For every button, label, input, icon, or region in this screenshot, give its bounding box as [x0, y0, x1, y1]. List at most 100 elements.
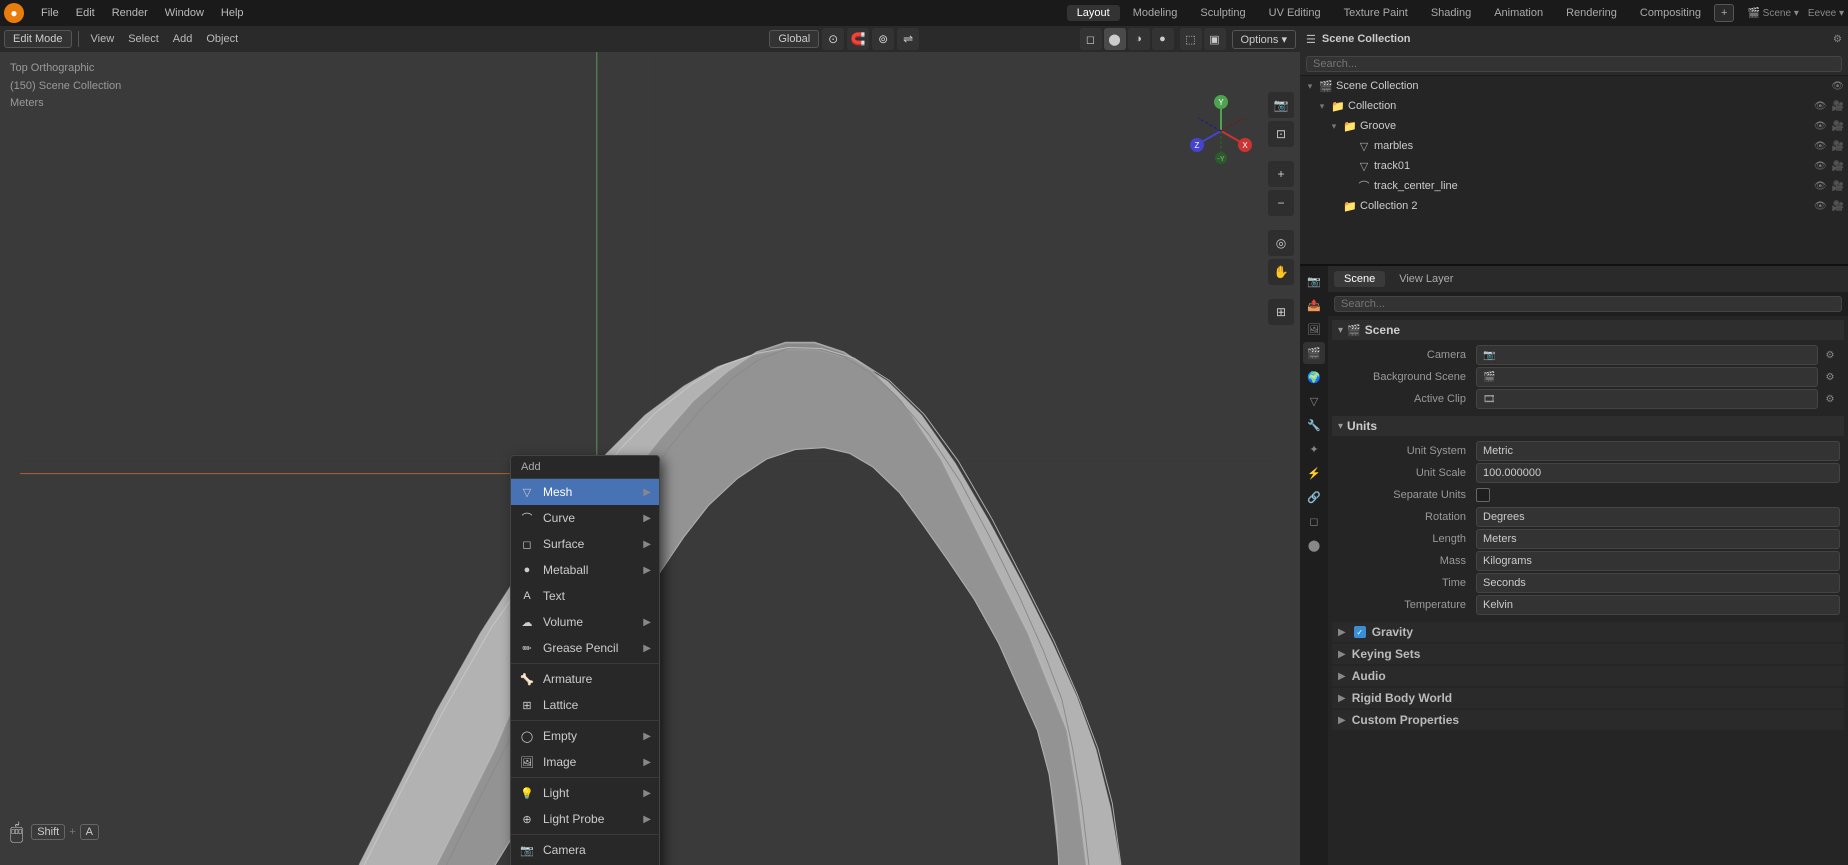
custom-props-header[interactable]: ▶ Custom Properties	[1332, 710, 1844, 730]
render-region-btn[interactable]: ⊞	[1268, 299, 1294, 325]
scene-collection-vis[interactable]: 👁	[1831, 81, 1844, 92]
menu-item-volume[interactable]: ☁ Volume ▶	[511, 609, 659, 635]
menu-item-lattice[interactable]: ⊞ Lattice	[511, 692, 659, 718]
bg-scene-value[interactable]: 🎬	[1476, 367, 1818, 387]
outliner-item-track-center-line[interactable]: ▾ ⌒ track_center_line 👁 🎥	[1300, 176, 1848, 196]
viewport-menu-select[interactable]: Select	[122, 31, 165, 47]
track01-eye[interactable]: 👁	[1814, 161, 1827, 172]
gravity-checkbox[interactable]: ✓	[1354, 626, 1366, 638]
menu-window[interactable]: Window	[157, 5, 212, 21]
outliner-item-collection2[interactable]: ▶ 📁 Collection 2 👁 🎥	[1300, 196, 1848, 216]
props-icon-data[interactable]: ◻	[1303, 510, 1325, 532]
viewport-menu-object[interactable]: Object	[200, 31, 244, 47]
pan-btn[interactable]: ✋	[1268, 259, 1294, 285]
menu-item-surface[interactable]: ◻ Surface ▶	[511, 531, 659, 557]
menu-render[interactable]: Render	[104, 5, 156, 21]
zoom-in-btn[interactable]: +	[1268, 161, 1294, 187]
proportional-edit-icon[interactable]: ⊚	[872, 28, 894, 50]
viewport-menu-add[interactable]: Add	[167, 31, 199, 47]
props-icon-constraints[interactable]: 🔗	[1303, 486, 1325, 508]
navigation-gizmo[interactable]: Y X Z -Y	[1182, 92, 1260, 170]
camera-props-btn[interactable]: ⚙	[1820, 345, 1840, 365]
menu-item-empty[interactable]: ◯ Empty ▶	[511, 723, 659, 749]
track01-render[interactable]: 🎥	[1832, 161, 1844, 172]
workspace-tab-animation[interactable]: Animation	[1484, 5, 1553, 21]
workspace-tab-compositing[interactable]: Compositing	[1630, 5, 1711, 21]
audio-header[interactable]: ▶ Audio	[1332, 666, 1844, 686]
workspace-tab-shading[interactable]: Shading	[1421, 5, 1481, 21]
outliner-filter-btn[interactable]: ⚙	[1833, 34, 1842, 45]
snap-toggle-icon[interactable]: 🧲	[847, 28, 869, 50]
rigid-body-header[interactable]: ▶ Rigid Body World	[1332, 688, 1844, 708]
workspace-tab-uv[interactable]: UV Editing	[1259, 5, 1331, 21]
units-section-header[interactable]: ▾ Units	[1332, 416, 1844, 436]
outliner-item-track01[interactable]: ▾ ▽ track01 👁 🎥	[1300, 156, 1848, 176]
menu-item-curve[interactable]: ⌒ Curve ▶	[511, 505, 659, 531]
render-engine-selector[interactable]: Eevee ▾	[1808, 8, 1844, 19]
props-icon-viewlayer[interactable]: 🖼	[1303, 318, 1325, 340]
menu-item-armature[interactable]: 🦴 Armature	[511, 666, 659, 692]
mirror-icon[interactable]: ⇌	[897, 28, 919, 50]
xray-btn[interactable]: ▣	[1204, 28, 1226, 50]
menu-help[interactable]: Help	[213, 5, 252, 21]
bg-scene-props-btn[interactable]: ⚙	[1820, 367, 1840, 387]
workspace-add-btn[interactable]: +	[1714, 4, 1734, 22]
time-value[interactable]: Seconds	[1476, 573, 1840, 593]
length-value[interactable]: Meters	[1476, 529, 1840, 549]
props-icon-scene[interactable]: 🎬	[1303, 342, 1325, 364]
active-clip-props-btn[interactable]: ⚙	[1820, 389, 1840, 409]
unit-system-value[interactable]: Metric	[1476, 441, 1840, 461]
viewport-menu-view[interactable]: View	[85, 31, 121, 47]
collection-eye[interactable]: 👁	[1814, 101, 1827, 112]
menu-item-light-probe[interactable]: ⊕ Light Probe ▶	[511, 806, 659, 832]
collection-render[interactable]: 🎥	[1832, 101, 1844, 112]
workspace-tab-modeling[interactable]: Modeling	[1123, 5, 1188, 21]
props-search-input[interactable]	[1334, 296, 1842, 312]
transform-selector[interactable]: Global	[769, 30, 819, 48]
scene-selector[interactable]: 🎬 Scene ▾	[1747, 8, 1798, 19]
marbles-eye[interactable]: 👁	[1814, 141, 1827, 152]
outliner-item-collection[interactable]: ▾ 📁 Collection 👁 🎥	[1300, 96, 1848, 116]
groove-render[interactable]: 🎥	[1832, 121, 1844, 132]
mode-selector[interactable]: Edit Mode	[4, 30, 72, 48]
menu-edit[interactable]: Edit	[68, 5, 103, 21]
keying-sets-header[interactable]: ▶ Keying Sets	[1332, 644, 1844, 664]
props-icon-modifiers[interactable]: 🔧	[1303, 414, 1325, 436]
menu-item-mesh[interactable]: ▽ Mesh ▶	[511, 479, 659, 505]
outliner-search-input[interactable]	[1306, 56, 1842, 72]
workspace-tab-sculpting[interactable]: Sculpting	[1190, 5, 1255, 21]
unit-scale-value[interactable]: 100.000000	[1476, 463, 1840, 483]
tcl-eye[interactable]: 👁	[1814, 181, 1827, 192]
options-dropdown[interactable]: Options ▾	[1232, 30, 1297, 49]
zoom-out-btn[interactable]: −	[1268, 190, 1294, 216]
view-camera-btn[interactable]: 📷	[1268, 92, 1294, 118]
menu-item-grease-pencil[interactable]: ✏ Grease Pencil ▶	[511, 635, 659, 661]
camera-value[interactable]: 📷	[1476, 345, 1818, 365]
mass-value[interactable]: Kilograms	[1476, 551, 1840, 571]
props-icon-world[interactable]: 🌍	[1303, 366, 1325, 388]
props-icon-material[interactable]: ⬤	[1303, 534, 1325, 556]
material-shading-btn[interactable]: ◑	[1128, 28, 1150, 50]
props-tab-scene[interactable]: Scene	[1334, 271, 1385, 287]
menu-file[interactable]: File	[33, 5, 67, 21]
separate-units-checkbox[interactable]	[1476, 488, 1490, 502]
gravity-header[interactable]: ▶ ✓ Gravity	[1332, 622, 1844, 642]
menu-item-camera[interactable]: 📷 Camera	[511, 837, 659, 863]
workspace-tab-rendering[interactable]: Rendering	[1556, 5, 1627, 21]
tcl-render[interactable]: 🎥	[1832, 181, 1844, 192]
outliner-item-scene-collection[interactable]: ▾ 🎬 Scene Collection 👁	[1300, 76, 1848, 96]
view-all-btn[interactable]: ⊡	[1268, 121, 1294, 147]
menu-item-text[interactable]: A Text	[511, 583, 659, 609]
props-icon-output[interactable]: 📤	[1303, 294, 1325, 316]
outliner-item-groove[interactable]: ▾ 📁 Groove 👁 🎥	[1300, 116, 1848, 136]
menu-item-light[interactable]: 💡 Light ▶	[511, 780, 659, 806]
outliner-item-marbles[interactable]: ▾ ▽ marbles 👁 🎥	[1300, 136, 1848, 156]
wireframe-shading-btn[interactable]: ◻	[1080, 28, 1102, 50]
col2-render[interactable]: 🎥	[1832, 201, 1844, 212]
workspace-tab-texture[interactable]: Texture Paint	[1334, 5, 1418, 21]
groove-eye[interactable]: 👁	[1814, 121, 1827, 132]
solid-shading-btn[interactable]: ⬤	[1104, 28, 1126, 50]
temperature-value[interactable]: Kelvin	[1476, 595, 1840, 615]
props-icon-render[interactable]: 📷	[1303, 270, 1325, 292]
props-tab-viewlayer[interactable]: View Layer	[1389, 271, 1463, 287]
